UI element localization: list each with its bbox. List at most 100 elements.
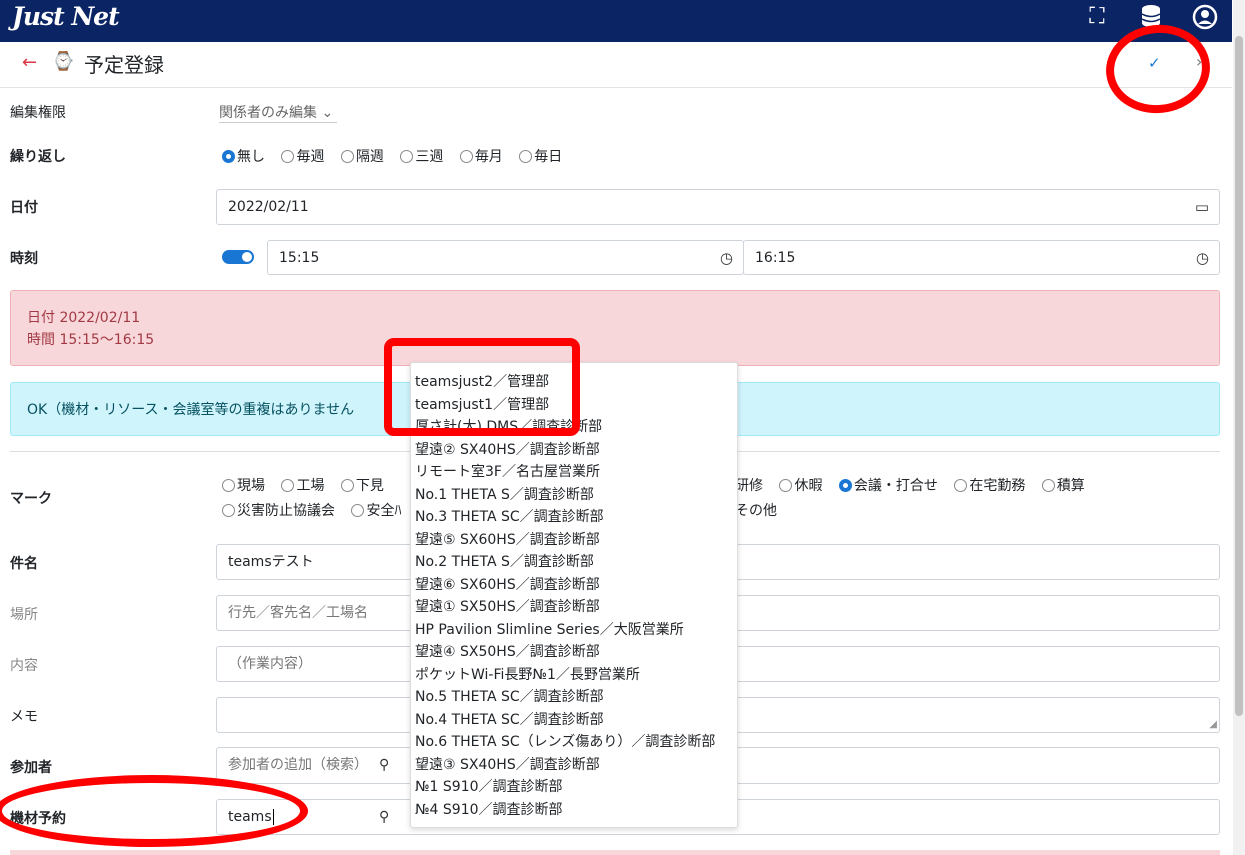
memo-label: メモ xyxy=(10,709,38,725)
place-label: 場所 xyxy=(10,607,38,623)
repeat-option[interactable]: 隔週 xyxy=(340,146,384,166)
time-toggle-switch[interactable] xyxy=(222,250,254,264)
dropdown-option[interactable]: №1 S910／調査診断部 xyxy=(411,776,737,799)
chevron-down-icon: ⌄ xyxy=(321,105,334,121)
schedule-summary-alert: 日付 2022/02/11 時間 15:15～16:15 xyxy=(10,290,1220,366)
watch-icon: ⌚ xyxy=(52,51,75,72)
annotation-circle xyxy=(0,775,308,847)
date-value: 2022/02/11 xyxy=(228,199,309,215)
subject-label: 件名 xyxy=(10,556,38,572)
mark-radio-row2-left: 災害防止協議会 安全ﾊ xyxy=(222,500,413,520)
repeat-option-label: 毎週 xyxy=(296,149,325,165)
resize-handle-icon[interactable]: ◢ xyxy=(1209,708,1217,742)
dropdown-option[interactable]: リモート室3F／名古屋営業所 xyxy=(411,461,737,484)
dropdown-option[interactable]: ポケットWi-Fi長野№1／長野営業所 xyxy=(411,664,737,687)
dropdown-option[interactable]: No.4 THETA SC／調査診断部 xyxy=(411,709,737,732)
dropdown-option[interactable]: 望遠② SX40HS／調査診断部 xyxy=(411,439,737,462)
mark-radio-row2-right: その他 xyxy=(735,500,789,520)
repeat-option[interactable]: 毎週 xyxy=(281,146,324,166)
dropdown-option[interactable]: 望遠⑥ SX60HS／調査診断部 xyxy=(411,574,737,597)
dropdown-option[interactable]: No.3 THETA SC／調査診断部 xyxy=(411,506,737,529)
time-label: 時刻 xyxy=(10,251,38,267)
user-account-icon[interactable] xyxy=(1192,4,1218,30)
dropdown-option[interactable]: No.1 THETA S／調査診断部 xyxy=(411,484,737,507)
mark-option[interactable]: 現場 xyxy=(222,475,265,495)
mark-option-label: 災害防止協議会 xyxy=(237,503,335,519)
participants-placeholder: 参加者の追加（検索） xyxy=(228,757,368,773)
repeat-option[interactable]: 三週 xyxy=(400,146,443,166)
mark-option-label: 会議・打合せ xyxy=(853,478,938,494)
repeat-option-label: 毎日 xyxy=(534,149,563,165)
fullscreen-icon[interactable]: ⛶ xyxy=(1084,4,1110,30)
repeat-option-label: 無し xyxy=(237,149,265,165)
mark-radio-row1-left: 現場 工場 下見 xyxy=(222,475,396,495)
mark-option[interactable]: 災害防止協議会 xyxy=(222,500,335,520)
dropdown-option[interactable]: No.5 THETA SC／調査診断部 xyxy=(411,686,737,709)
dropdown-option[interactable]: No.2 THETA S／調査診断部 xyxy=(411,551,737,574)
mark-option-label: 積算 xyxy=(1056,478,1085,494)
app-logo[interactable]: Just Net xyxy=(12,2,120,31)
edit-permission-value: 関係者のみ編集 xyxy=(219,105,317,121)
dropdown-option[interactable]: №4 S910／調査診断部 xyxy=(411,799,737,822)
mark-option[interactable]: 下見 xyxy=(340,475,384,495)
repeat-option[interactable]: 無し xyxy=(222,146,265,166)
subject-value: teamsテスト xyxy=(228,554,314,570)
repeat-option[interactable]: 毎日 xyxy=(519,146,562,166)
repeat-radio-group: 無し 毎週 隔週 三週 毎月 毎日 xyxy=(222,146,574,166)
end-time-input[interactable]: 16:15 ◷ xyxy=(743,240,1220,275)
dropdown-option[interactable]: 望遠④ SX50HS／調査診断部 xyxy=(411,641,737,664)
search-icon[interactable]: ⚲ xyxy=(379,800,389,834)
participants-label: 参加者 xyxy=(10,760,52,776)
mark-option[interactable]: 工場 xyxy=(281,475,324,495)
mark-option[interactable]: 会議・打合せ xyxy=(838,475,938,495)
content-label: 内容 xyxy=(10,658,38,674)
dropdown-option[interactable]: 望遠③ SX40HS／調査診断部 xyxy=(411,754,737,777)
mark-option-label: 下見 xyxy=(355,478,384,494)
scrollbar-thumb[interactable] xyxy=(1235,36,1243,716)
mark-option-label: その他 xyxy=(735,503,777,519)
dropdown-option[interactable]: 望遠⑤ SX60HS／調査診断部 xyxy=(411,529,737,552)
date-label: 日付 xyxy=(10,200,38,216)
mark-option[interactable]: 休暇 xyxy=(779,475,822,495)
mark-option[interactable]: 安全ﾊ xyxy=(351,500,401,520)
mark-option-label: 研修 xyxy=(735,478,763,494)
search-icon[interactable]: ⚲ xyxy=(379,748,389,782)
mark-option[interactable]: 在宅勤務 xyxy=(954,475,1025,495)
edit-permission-label: 編集権限 xyxy=(10,105,66,121)
repeat-option-label: 三週 xyxy=(415,149,444,165)
start-time-input[interactable]: 15:15 ◷ xyxy=(267,240,744,275)
clock-icon[interactable]: ◷ xyxy=(720,241,733,275)
mark-option[interactable]: 研修 xyxy=(735,475,763,495)
dropdown-option[interactable]: No.6 THETA SC（レンズ傷あり）／調査診断部 xyxy=(411,731,737,754)
no-conflict-text: OK（機材・リソース・会議室等の重複はありません xyxy=(27,402,355,418)
mark-option-label: 工場 xyxy=(296,478,325,494)
repeat-option-label: 隔週 xyxy=(355,149,384,165)
top-navbar: Just Net ⛶ xyxy=(0,0,1232,42)
mark-label: マーク xyxy=(10,491,52,507)
mark-option-label: 安全ﾊ xyxy=(366,503,402,519)
edit-permission-select[interactable]: 関係者のみ編集 ⌄ xyxy=(219,102,338,123)
place-placeholder: 行先／客先名／工場名 xyxy=(228,605,368,621)
start-time-value: 15:15 xyxy=(279,250,320,266)
dropdown-option[interactable]: HP Pavilion Slimline Series／大阪営業所 xyxy=(411,619,737,642)
end-time-value: 16:15 xyxy=(755,250,796,266)
mark-option-label: 在宅勤務 xyxy=(969,478,1026,494)
bottom-alert-edge xyxy=(10,850,1220,855)
mark-option-label: 休暇 xyxy=(794,478,823,494)
page-header: ← ⌚ 予定登録 ✓ › xyxy=(0,42,1232,88)
mark-option[interactable]: 積算 xyxy=(1041,475,1085,495)
date-input[interactable]: 2022/02/11 ▭ xyxy=(216,189,1220,225)
repeat-label: 繰り返し xyxy=(10,149,66,165)
repeat-option[interactable]: 毎月 xyxy=(459,146,503,166)
annotation-box xyxy=(384,338,580,436)
mark-option-label: 現場 xyxy=(237,478,265,494)
content-placeholder: （作業内容） xyxy=(228,656,312,672)
dropdown-option[interactable]: 望遠① SX50HS／調査診断部 xyxy=(411,596,737,619)
clock-icon[interactable]: ◷ xyxy=(1196,241,1209,275)
calendar-icon[interactable]: ▭ xyxy=(1195,190,1209,224)
alert-time-line: 時間 15:15～16:15 xyxy=(27,332,155,348)
alert-date-line: 日付 2022/02/11 xyxy=(27,310,141,326)
page-title: 予定登録 xyxy=(84,53,164,77)
back-button[interactable]: ← xyxy=(22,52,37,73)
mark-option[interactable]: その他 xyxy=(735,500,777,520)
